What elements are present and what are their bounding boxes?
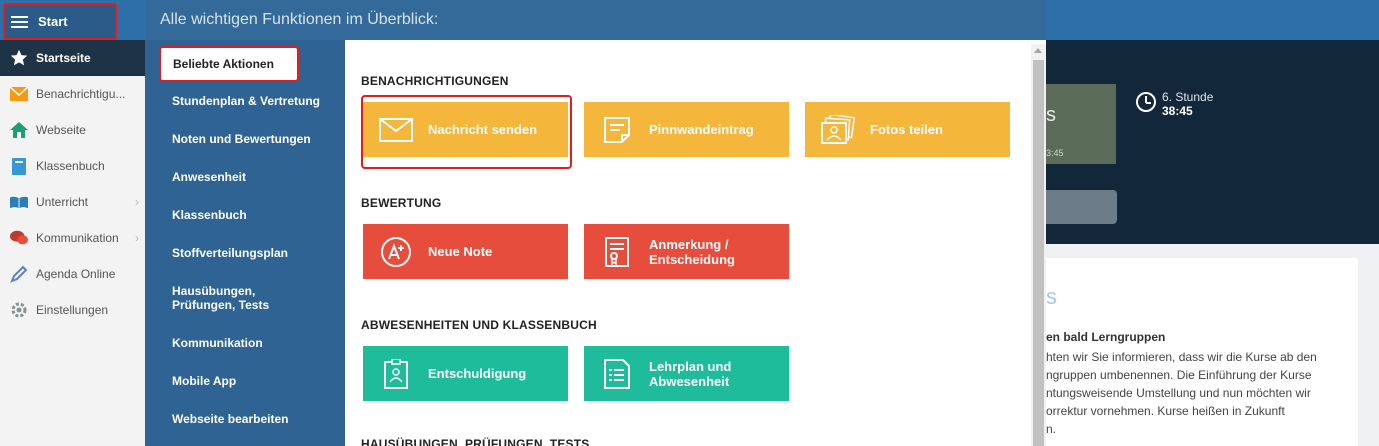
- nav-webseite-bearbeiten[interactable]: Webseite bearbeiten: [145, 412, 345, 426]
- envelope-icon: [10, 85, 28, 103]
- gear-icon: [10, 301, 28, 319]
- sidebar-item-label: Agenda Online: [36, 267, 116, 281]
- news-card-letter: s: [1046, 284, 1057, 309]
- certificate-icon: [594, 236, 639, 267]
- lesson-clock: 6. Stunde 38:45: [1136, 90, 1213, 118]
- scrollbar-thumb[interactable]: [1033, 60, 1044, 446]
- sidebar-item-unterricht[interactable]: Unterricht ›: [0, 184, 145, 220]
- overlay-nav: Beliebte Aktionen Stundenplan & Vertretu…: [145, 40, 345, 446]
- tile-lehrplan-abwesenheit[interactable]: Lehrplan und Abwesenheit: [584, 346, 789, 401]
- nav-stundenplan-vertretung[interactable]: Stundenplan & Vertretung: [145, 94, 345, 108]
- hamburger-icon: [11, 13, 28, 31]
- star-icon: [10, 49, 28, 67]
- grade-plus-icon: [373, 236, 418, 268]
- tile-neue-note[interactable]: Neue Note: [363, 224, 568, 279]
- sidebar-item-kommunikation[interactable]: Kommunikation ›: [0, 220, 145, 256]
- lesson-card-letter: s: [1046, 104, 1056, 126]
- tile-label: Lehrplan und Abwesenheit: [649, 358, 732, 389]
- nav-beliebte-aktionen[interactable]: Beliebte Aktionen: [159, 46, 299, 82]
- nav-noten-bewertungen[interactable]: Noten und Bewertungen: [145, 132, 345, 146]
- photos-icon: [815, 114, 860, 145]
- tile-pinnwandeintrag[interactable]: Pinnwandeintrag: [584, 102, 789, 157]
- tile-fotos-teilen[interactable]: Fotos teilen: [805, 102, 1010, 157]
- sidebar-item-label: Kommunikation: [36, 231, 119, 245]
- chevron-right-icon: ›: [135, 195, 139, 209]
- chat-icon: [10, 229, 28, 247]
- sidebar-item-label: Klassenbuch: [36, 159, 105, 173]
- tile-nachricht-senden[interactable]: Nachricht senden: [363, 102, 568, 157]
- news-title: en bald Lerngruppen: [1046, 330, 1166, 344]
- sidebar-item-startseite[interactable]: Startseite: [0, 40, 145, 76]
- section-title-bewertung: BEWERTUNG: [361, 196, 442, 210]
- news-text-line: ngruppen umbenennen. Die Einführung der …: [1046, 368, 1312, 382]
- overlay-header: Alle wichtigen Funktionen im Überblick:: [145, 0, 1046, 40]
- news-text-line: orrektur vornehmen. Kurse heißen in Zuku…: [1046, 404, 1285, 418]
- tile-label: Neue Note: [428, 244, 493, 259]
- news-text-line: ntungsweisende Umstellung und nun möchte…: [1046, 386, 1311, 400]
- open-book-icon: [10, 193, 28, 211]
- tile-label: Pinnwandeintrag: [649, 122, 754, 137]
- sidebar-item-agenda-online[interactable]: Agenda Online: [0, 256, 145, 292]
- dashboard-action-bar[interactable]: [1046, 190, 1117, 224]
- clock-countdown: 38:45: [1162, 104, 1193, 118]
- clock-lesson-label: 6. Stunde: [1162, 90, 1214, 104]
- start-menu-button[interactable]: Start: [3, 3, 117, 40]
- tile-entschuldigung[interactable]: Entschuldigung: [363, 346, 568, 401]
- sidebar-item-klassenbuch[interactable]: Klassenbuch: [0, 148, 145, 184]
- sidebar: Startseite Benachrichtigu... Webseite Kl…: [0, 40, 145, 446]
- clock-icon: [1136, 92, 1156, 112]
- sidebar-item-label: Unterricht: [36, 195, 89, 209]
- tile-label: Nachricht senden: [428, 122, 538, 137]
- lesson-card-time: 3:45: [1046, 148, 1064, 158]
- news-text-line: n.: [1046, 422, 1057, 436]
- envelope-icon: [373, 117, 418, 142]
- sidebar-item-label: Webseite: [36, 123, 86, 137]
- overlay-scrollbar[interactable]: [1031, 44, 1046, 446]
- note-icon: [594, 116, 639, 144]
- lesson-card: s 3:45: [1046, 84, 1116, 164]
- nav-kommunikation[interactable]: Kommunikation: [145, 336, 345, 350]
- section-title-abwesenheiten-klassenbuch: ABWESENHEITEN UND KLASSENBUCH: [361, 318, 597, 332]
- nav-mobile-app[interactable]: Mobile App: [145, 374, 345, 388]
- sidebar-item-label: Benachrichtigu...: [36, 87, 126, 101]
- id-badge-icon: [373, 358, 418, 389]
- sidebar-item-webseite[interactable]: Webseite: [0, 112, 145, 148]
- tile-label: Anmerkung / Entscheidung: [649, 236, 735, 267]
- home-icon: [10, 121, 28, 139]
- tile-anmerkung-entscheidung[interactable]: Anmerkung / Entscheidung: [584, 224, 789, 279]
- section-title-benachrichtigungen: BENACHRICHTIGUNGEN: [361, 74, 509, 88]
- chevron-right-icon: ›: [135, 231, 139, 245]
- sidebar-item-benachrichtigungen[interactable]: Benachrichtigu...: [0, 76, 145, 112]
- book-icon: [10, 157, 28, 175]
- nav-hausuebungen-pruefungen-tests[interactable]: Hausübungen, Prüfungen, Tests: [145, 284, 320, 312]
- nav-klassenbuch[interactable]: Klassenbuch: [145, 208, 345, 222]
- sidebar-item-label: Einstellungen: [36, 303, 109, 317]
- news-card: s en bald Lerngruppen hten wir Sie infor…: [1046, 258, 1358, 446]
- nav-anwesenheit[interactable]: Anwesenheit: [145, 170, 345, 184]
- section-title-hausuebungen-pruefungen-tests: HAUSÜBUNGEN, PRÜFUNGEN, TESTS: [361, 437, 590, 446]
- news-text-line: hten wir Sie informieren, dass wir die K…: [1046, 350, 1317, 364]
- start-label: Start: [38, 14, 68, 29]
- sidebar-item-label: Startseite: [36, 51, 91, 65]
- pen-icon: [10, 265, 28, 283]
- sidebar-item-einstellungen[interactable]: Einstellungen: [0, 292, 145, 328]
- nav-stoffverteilungsplan[interactable]: Stoffverteilungsplan: [145, 246, 345, 260]
- overlay-title: Alle wichtigen Funktionen im Überblick:: [160, 11, 439, 28]
- tile-label: Entschuldigung: [428, 366, 527, 381]
- checklist-icon: [594, 358, 639, 389]
- scroll-up-arrow-icon[interactable]: [1034, 48, 1042, 53]
- tile-label: Fotos teilen: [870, 122, 943, 137]
